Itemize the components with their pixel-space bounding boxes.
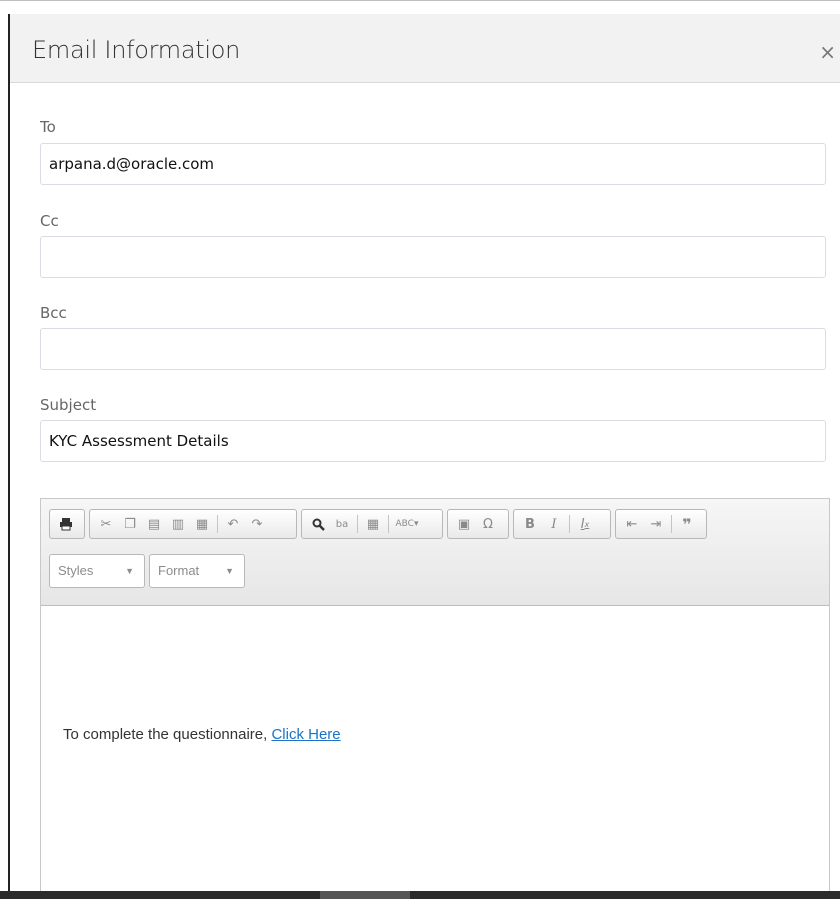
to-label: To — [40, 118, 56, 136]
remove-format-icon[interactable]: Ix — [575, 513, 595, 535]
editor-content[interactable]: To complete the questionnaire, Click Her… — [41, 606, 829, 892]
toolbar-separator — [569, 515, 570, 533]
bcc-label: Bcc — [40, 304, 67, 322]
format-dropdown[interactable]: Format ▼ — [149, 554, 245, 588]
chevron-down-icon: ▼ — [225, 566, 234, 576]
select-all-icon[interactable]: ▦ — [363, 513, 383, 535]
toolbar-separator — [671, 515, 672, 533]
print-group — [49, 509, 85, 539]
top-divider — [0, 0, 840, 1]
find-icon[interactable] — [308, 513, 328, 535]
undo-icon[interactable]: ↶ — [223, 513, 243, 535]
outdent-icon[interactable]: ⇤ — [622, 513, 642, 535]
scroll-handle[interactable] — [320, 891, 410, 899]
special-char-icon[interactable]: Ω — [478, 513, 498, 535]
blockquote-icon[interactable]: ❞ — [677, 513, 697, 535]
bold-icon[interactable]: B — [520, 513, 540, 535]
paste-icon[interactable]: ▤ — [144, 513, 164, 535]
toolbar-separator — [357, 515, 358, 533]
rich-text-editor: ✂ ❐ ▤ ▥ ▦ ↶ ↷ ba ▦ ABC▾ ▣ Ω B I I x ⇤ ⇥ … — [40, 498, 830, 892]
cc-label: Cc — [40, 212, 59, 230]
basicstyles-group: B I Ix — [513, 509, 611, 539]
paragraph-group: ⇤ ⇥ ❞ — [615, 509, 707, 539]
email-dialog: Email Information × To arpana.d@oracle.c… — [8, 14, 840, 892]
image-icon[interactable]: ▣ — [454, 513, 474, 535]
paste-text-icon[interactable]: ▥ — [168, 513, 188, 535]
print-icon[interactable] — [56, 513, 76, 535]
replace-icon[interactable]: ba — [332, 513, 352, 535]
to-field[interactable]: arpana.d@oracle.com — [40, 143, 826, 185]
styles-dropdown[interactable]: Styles ▼ — [49, 554, 145, 588]
clipboard-group: ✂ ❐ ▤ ▥ ▦ ↶ ↷ — [89, 509, 297, 539]
toolbar-separator — [388, 515, 389, 533]
redo-icon[interactable]: ↷ — [247, 513, 267, 535]
subject-field[interactable]: KYC Assessment Details — [40, 420, 826, 462]
editor-toolbar: ✂ ❐ ▤ ▥ ▦ ↶ ↷ ba ▦ ABC▾ ▣ Ω B I I x ⇤ ⇥ … — [41, 499, 829, 606]
spellcheck-icon[interactable]: ABC▾ — [394, 513, 420, 535]
dialog-title: Email Information — [32, 36, 241, 64]
insert-group: ▣ Ω — [447, 509, 509, 539]
paste-word-icon[interactable]: ▦ — [192, 513, 212, 535]
toolbar-separator — [217, 515, 218, 533]
cc-field[interactable] — [40, 236, 826, 278]
copy-icon[interactable]: ❐ — [120, 513, 140, 535]
close-icon[interactable]: × — [819, 40, 836, 64]
italic-icon[interactable]: I — [544, 513, 564, 535]
subject-label: Subject — [40, 396, 97, 414]
body-sentence: To complete the questionnaire, — [63, 726, 272, 743]
click-here-link[interactable]: Click Here — [271, 726, 340, 743]
dialog-header: Email Information × — [10, 14, 840, 83]
bcc-field[interactable] — [40, 328, 826, 370]
styles-label: Styles — [58, 563, 94, 578]
editing-group: ba ▦ ABC▾ — [301, 509, 443, 539]
indent-icon[interactable]: ⇥ — [646, 513, 666, 535]
bottom-bar — [0, 891, 840, 899]
cut-icon[interactable]: ✂ — [96, 513, 116, 535]
format-label: Format — [158, 563, 200, 578]
chevron-down-icon: ▼ — [125, 566, 134, 576]
editor-body-text: To complete the questionnaire, Click Her… — [63, 726, 341, 743]
